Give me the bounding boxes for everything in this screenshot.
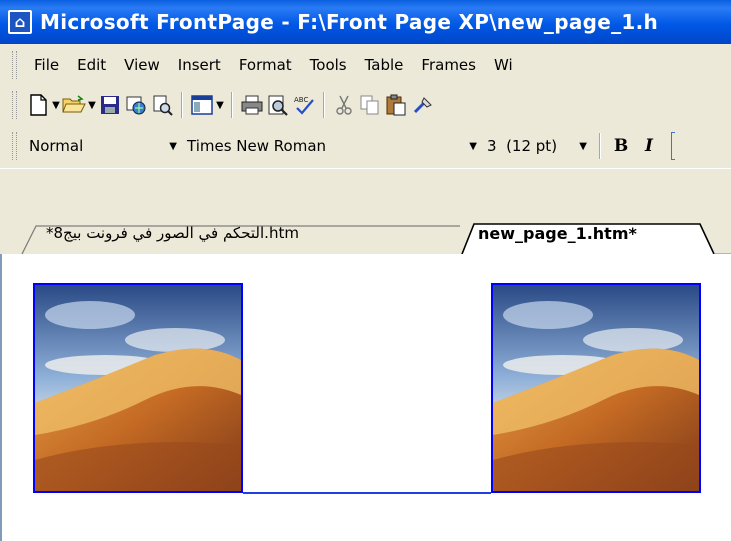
new-page-icon[interactable] bbox=[25, 92, 51, 118]
horizontal-rule[interactable] bbox=[243, 492, 491, 494]
chevron-down-icon[interactable]: ▼ bbox=[469, 141, 483, 152]
menu-bar: File Edit View Insert Format Tools Table… bbox=[0, 44, 731, 86]
toggle-pane-icon[interactable] bbox=[189, 92, 215, 118]
toolbar-dock-area bbox=[0, 168, 731, 213]
menu-grip[interactable] bbox=[12, 51, 17, 79]
menu-frames[interactable]: Frames bbox=[412, 56, 485, 74]
search-icon[interactable] bbox=[149, 92, 175, 118]
tab-new-page-1[interactable]: new_page_1.htm* bbox=[478, 224, 637, 243]
toolbar-separator bbox=[323, 92, 325, 118]
paste-icon[interactable] bbox=[383, 92, 409, 118]
chevron-down-icon[interactable]: ▼ bbox=[579, 141, 593, 152]
menu-format[interactable]: Format bbox=[230, 56, 301, 74]
menu-view[interactable]: View bbox=[115, 56, 169, 74]
bold-button[interactable]: B bbox=[607, 133, 635, 159]
page-editor[interactable] bbox=[0, 254, 731, 541]
print-preview-icon[interactable] bbox=[265, 92, 291, 118]
format-painter-icon[interactable] bbox=[409, 92, 435, 118]
selected-button-edge[interactable] bbox=[671, 132, 675, 160]
font-dropdown[interactable]: Times New Roman ▼ bbox=[183, 133, 483, 159]
svg-text:ABC: ABC bbox=[294, 96, 308, 104]
open-dropdown-arrow-icon[interactable]: ▼ bbox=[87, 100, 97, 111]
publish-web-icon[interactable] bbox=[123, 92, 149, 118]
formatting-toolbar: Normal ▼ Times New Roman ▼ 3 (12 pt) ▼ B… bbox=[0, 124, 731, 168]
page-tabs: *التحكم في الصور في فرونت بيج8.htm new_p… bbox=[0, 212, 731, 254]
menu-window[interactable]: Wi bbox=[485, 56, 522, 74]
toolbar-separator bbox=[599, 133, 601, 159]
font-size-dropdown[interactable]: 3 (12 pt) ▼ bbox=[483, 133, 593, 159]
font-size-value: 3 (12 pt) bbox=[487, 137, 558, 155]
chevron-down-icon[interactable]: ▼ bbox=[169, 141, 183, 152]
open-folder-icon[interactable] bbox=[61, 92, 87, 118]
desert-dune-image-left[interactable] bbox=[33, 283, 243, 493]
desert-dune-image-right[interactable] bbox=[491, 283, 701, 493]
print-icon[interactable] bbox=[239, 92, 265, 118]
title-bar[interactable]: ⌂ Microsoft FrontPage - F:\Front Page XP… bbox=[0, 0, 731, 44]
menu-edit[interactable]: Edit bbox=[68, 56, 115, 74]
style-dropdown[interactable]: Normal ▼ bbox=[25, 133, 183, 159]
save-icon[interactable] bbox=[97, 92, 123, 118]
font-value: Times New Roman bbox=[187, 137, 327, 155]
menu-table[interactable]: Table bbox=[356, 56, 413, 74]
toolbar-separator bbox=[231, 92, 233, 118]
new-dropdown-arrow-icon[interactable]: ▼ bbox=[51, 100, 61, 111]
style-value: Normal bbox=[29, 137, 84, 155]
menu-file[interactable]: File bbox=[25, 56, 68, 74]
copy-icon[interactable] bbox=[357, 92, 383, 118]
menu-tools[interactable]: Tools bbox=[301, 56, 356, 74]
format-toolbar-grip[interactable] bbox=[12, 132, 17, 160]
italic-button[interactable]: I bbox=[635, 133, 663, 159]
spelling-icon[interactable]: ABC bbox=[291, 92, 317, 118]
window-title: Microsoft FrontPage - F:\Front Page XP\n… bbox=[40, 10, 659, 34]
cut-icon[interactable] bbox=[331, 92, 357, 118]
tab-arabic-page[interactable]: *التحكم في الصور في فرونت بيج8.htm bbox=[46, 224, 299, 242]
toolbar-separator bbox=[181, 92, 183, 118]
toolbar-grip[interactable] bbox=[12, 91, 17, 119]
frontpage-app-icon[interactable]: ⌂ bbox=[8, 10, 32, 34]
toggle-pane-dropdown-arrow-icon[interactable]: ▼ bbox=[215, 100, 225, 111]
standard-toolbar: ▼ ▼ ▼ ABC bbox=[0, 86, 731, 124]
menu-insert[interactable]: Insert bbox=[169, 56, 230, 74]
